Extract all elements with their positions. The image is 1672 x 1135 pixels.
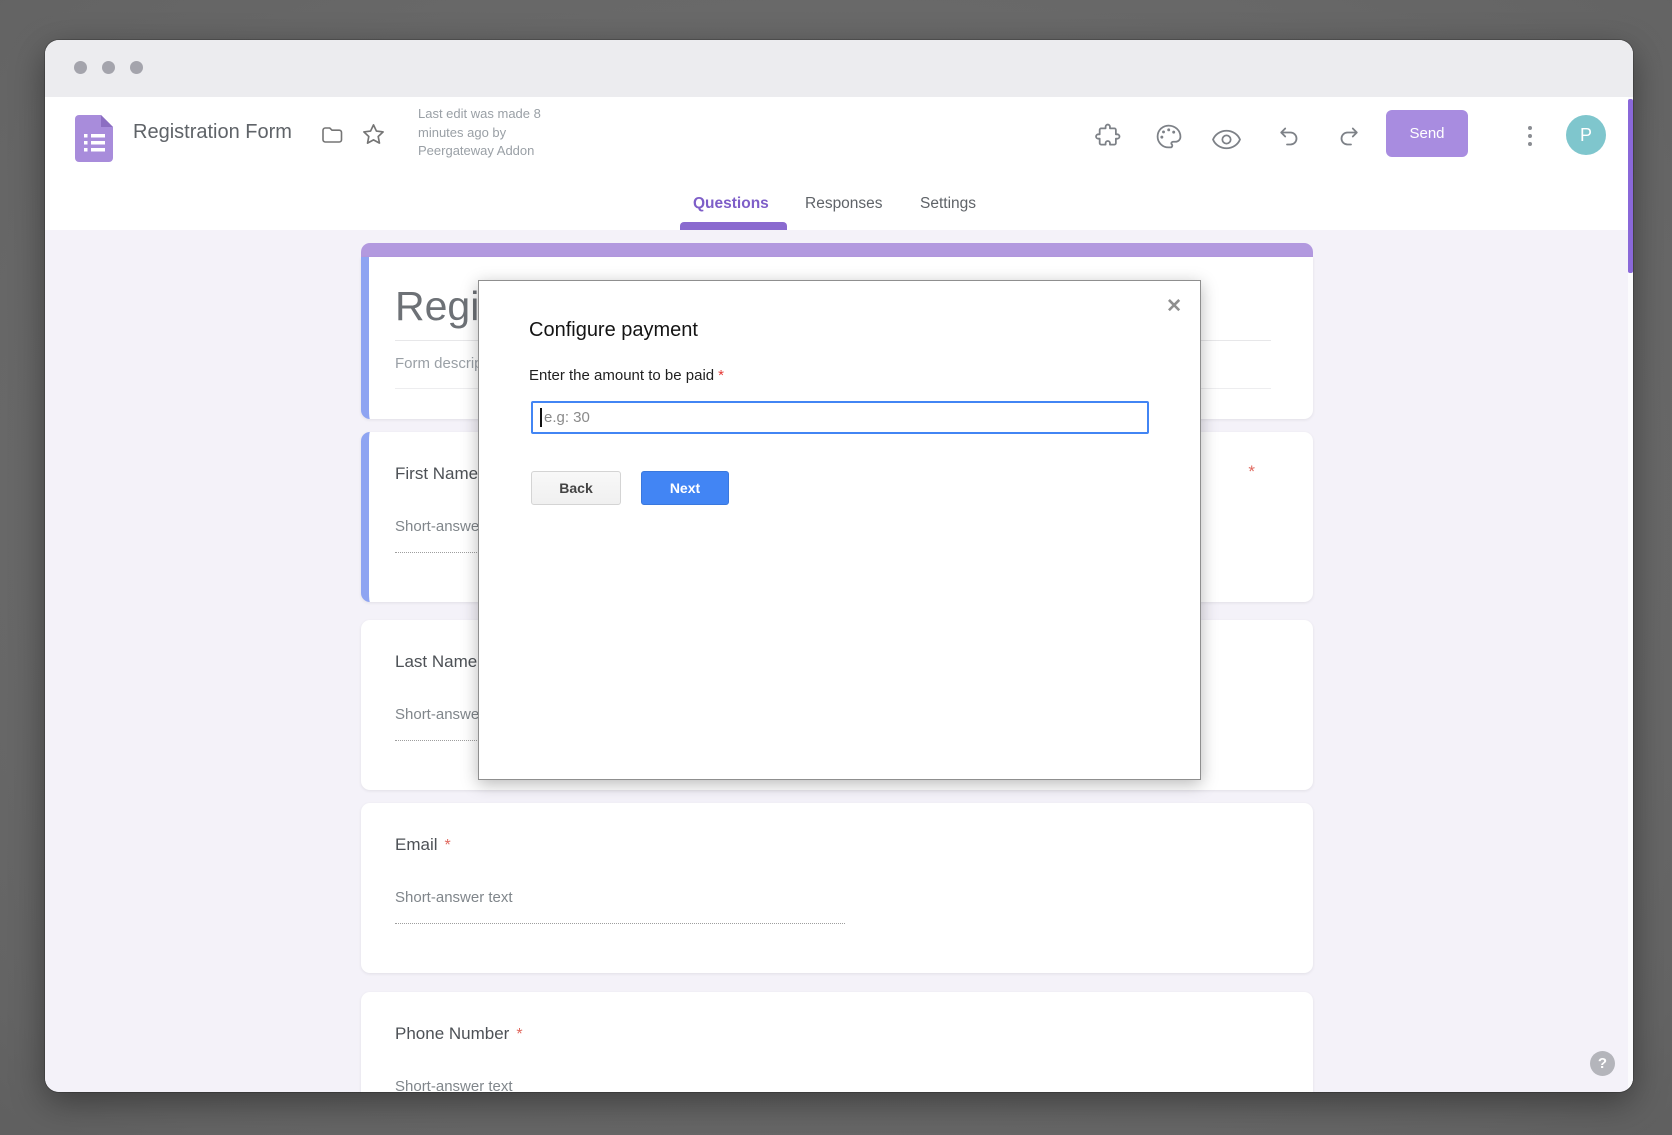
configure-payment-dialog: ✕ Configure payment Enter the amount to … — [478, 280, 1201, 780]
scrollbar-thumb[interactable] — [1628, 99, 1633, 273]
amount-field-label: Enter the amount to be paid* — [529, 367, 724, 384]
window-minimize-dot[interactable] — [102, 61, 115, 74]
last-edit-note[interactable]: Last edit was made 8 minutes ago by Peer… — [418, 105, 556, 161]
redo-icon[interactable] — [1335, 121, 1365, 151]
forms-header: Registration Form Last edit was made 8 m… — [45, 97, 1633, 230]
star-icon[interactable] — [358, 119, 388, 149]
tab-settings[interactable]: Settings — [920, 195, 976, 213]
help-icon[interactable]: ? — [1590, 1051, 1615, 1076]
back-button[interactable]: Back — [531, 471, 621, 505]
browser-window: Registration Form Last edit was made 8 m… — [45, 40, 1633, 1092]
theme-palette-icon[interactable] — [1153, 121, 1183, 151]
text-caret — [540, 408, 542, 427]
window-titlebar — [45, 40, 1633, 97]
close-icon[interactable]: ✕ — [1166, 295, 1182, 318]
short-answer-placeholder[interactable]: Short-answer text — [395, 1078, 513, 1092]
active-tab-indicator — [680, 222, 787, 230]
window-maximize-dot[interactable] — [130, 61, 143, 74]
scrollbar-track — [1628, 97, 1633, 1092]
window-close-dot[interactable] — [74, 61, 87, 74]
send-button[interactable]: Send — [1386, 110, 1468, 157]
required-asterisk: * — [445, 837, 451, 854]
amount-input[interactable] — [531, 401, 1149, 434]
form-header-banner — [361, 243, 1313, 257]
question-title[interactable]: Last Name* — [395, 652, 490, 672]
google-forms-logo-icon — [75, 115, 113, 167]
avatar[interactable]: P — [1566, 115, 1606, 155]
addons-puzzle-icon[interactable] — [1093, 121, 1123, 151]
undo-icon[interactable] — [1273, 121, 1303, 151]
dialog-title: Configure payment — [529, 319, 698, 342]
preview-eye-icon[interactable] — [1211, 124, 1241, 154]
question-title[interactable]: Email* — [395, 835, 451, 855]
next-button[interactable]: Next — [641, 471, 729, 505]
desktop-background: Registration Form Last edit was made 8 m… — [0, 0, 1672, 1135]
document-title[interactable]: Registration Form — [133, 118, 292, 146]
answer-underline — [395, 923, 845, 924]
tab-responses[interactable]: Responses — [805, 195, 883, 213]
kebab-menu-icon[interactable] — [1518, 121, 1542, 151]
move-folder-icon[interactable] — [317, 120, 347, 150]
required-asterisk: * — [1248, 462, 1255, 482]
question-title[interactable]: Phone Number* — [395, 1024, 523, 1044]
required-asterisk: * — [718, 367, 724, 384]
question-title[interactable]: First Name* — [395, 464, 491, 484]
required-asterisk: * — [516, 1026, 522, 1043]
short-answer-placeholder[interactable]: Short-answer text — [395, 889, 513, 906]
question-card-email[interactable]: Email* Short-answer text — [361, 803, 1313, 973]
question-card-phone-number[interactable]: Phone Number* Short-answer text — [361, 992, 1313, 1092]
tab-questions[interactable]: Questions — [693, 195, 769, 213]
